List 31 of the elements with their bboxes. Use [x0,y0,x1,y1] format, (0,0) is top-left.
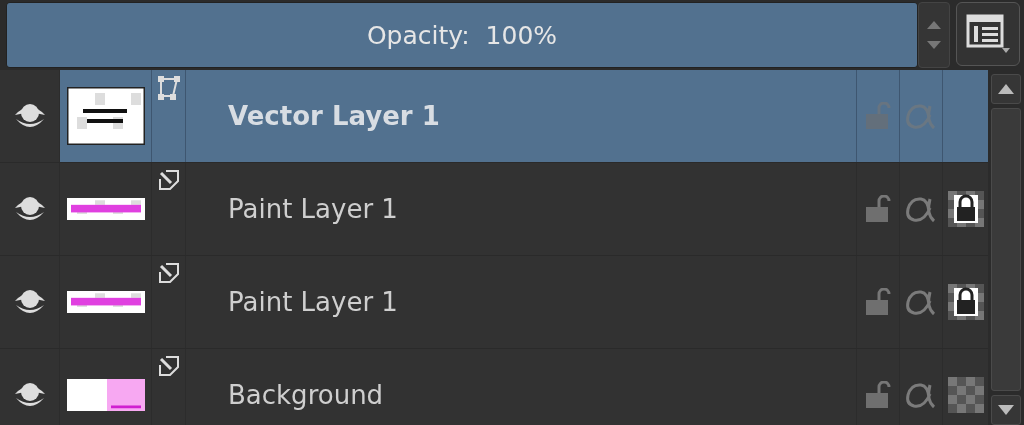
spin-buttons[interactable] [918,2,950,68]
layer-name: Paint Layer 1 [228,287,398,317]
scroll-down-button[interactable] [991,395,1021,425]
scroll-up-button[interactable] [991,74,1021,104]
brush-icon [157,169,180,191]
brush-icon [157,262,180,284]
down-arrow-icon [998,405,1014,415]
layer-row[interactable]: Background [0,349,988,425]
inherit-alpha-lock-icon[interactable] [947,284,984,320]
alpha-icon[interactable] [904,380,938,410]
layer-name: Paint Layer 1 [228,194,398,224]
layer-name: Background [228,380,384,410]
alpha-icon[interactable] [904,287,938,317]
padlock-icon[interactable] [865,195,891,223]
alpha-icon[interactable] [904,194,938,224]
layer-properties-button[interactable] [956,2,1020,66]
vector-shape-icon [157,76,180,100]
layer-row[interactable]: Vector Layer 1 [0,70,988,163]
brush-icon [157,355,180,377]
padlock-icon[interactable] [865,288,891,316]
opacity-slider[interactable]: Opacity: 100% [6,2,918,68]
inherit-alpha-cell[interactable] [943,70,988,162]
layer-row[interactable]: Paint Layer 1 [0,163,988,256]
layer-row[interactable]: Paint Layer 1 [0,256,988,349]
up-arrow-icon [998,84,1014,94]
inherit-alpha-lock-icon[interactable] [947,191,984,227]
padlock-icon[interactable] [865,381,891,409]
scrollbar-track[interactable] [991,108,1021,391]
checkerboard-icon[interactable] [947,377,984,413]
layer-name: Vector Layer 1 [228,101,440,131]
opacity-label: Opacity: 100% [366,20,558,50]
